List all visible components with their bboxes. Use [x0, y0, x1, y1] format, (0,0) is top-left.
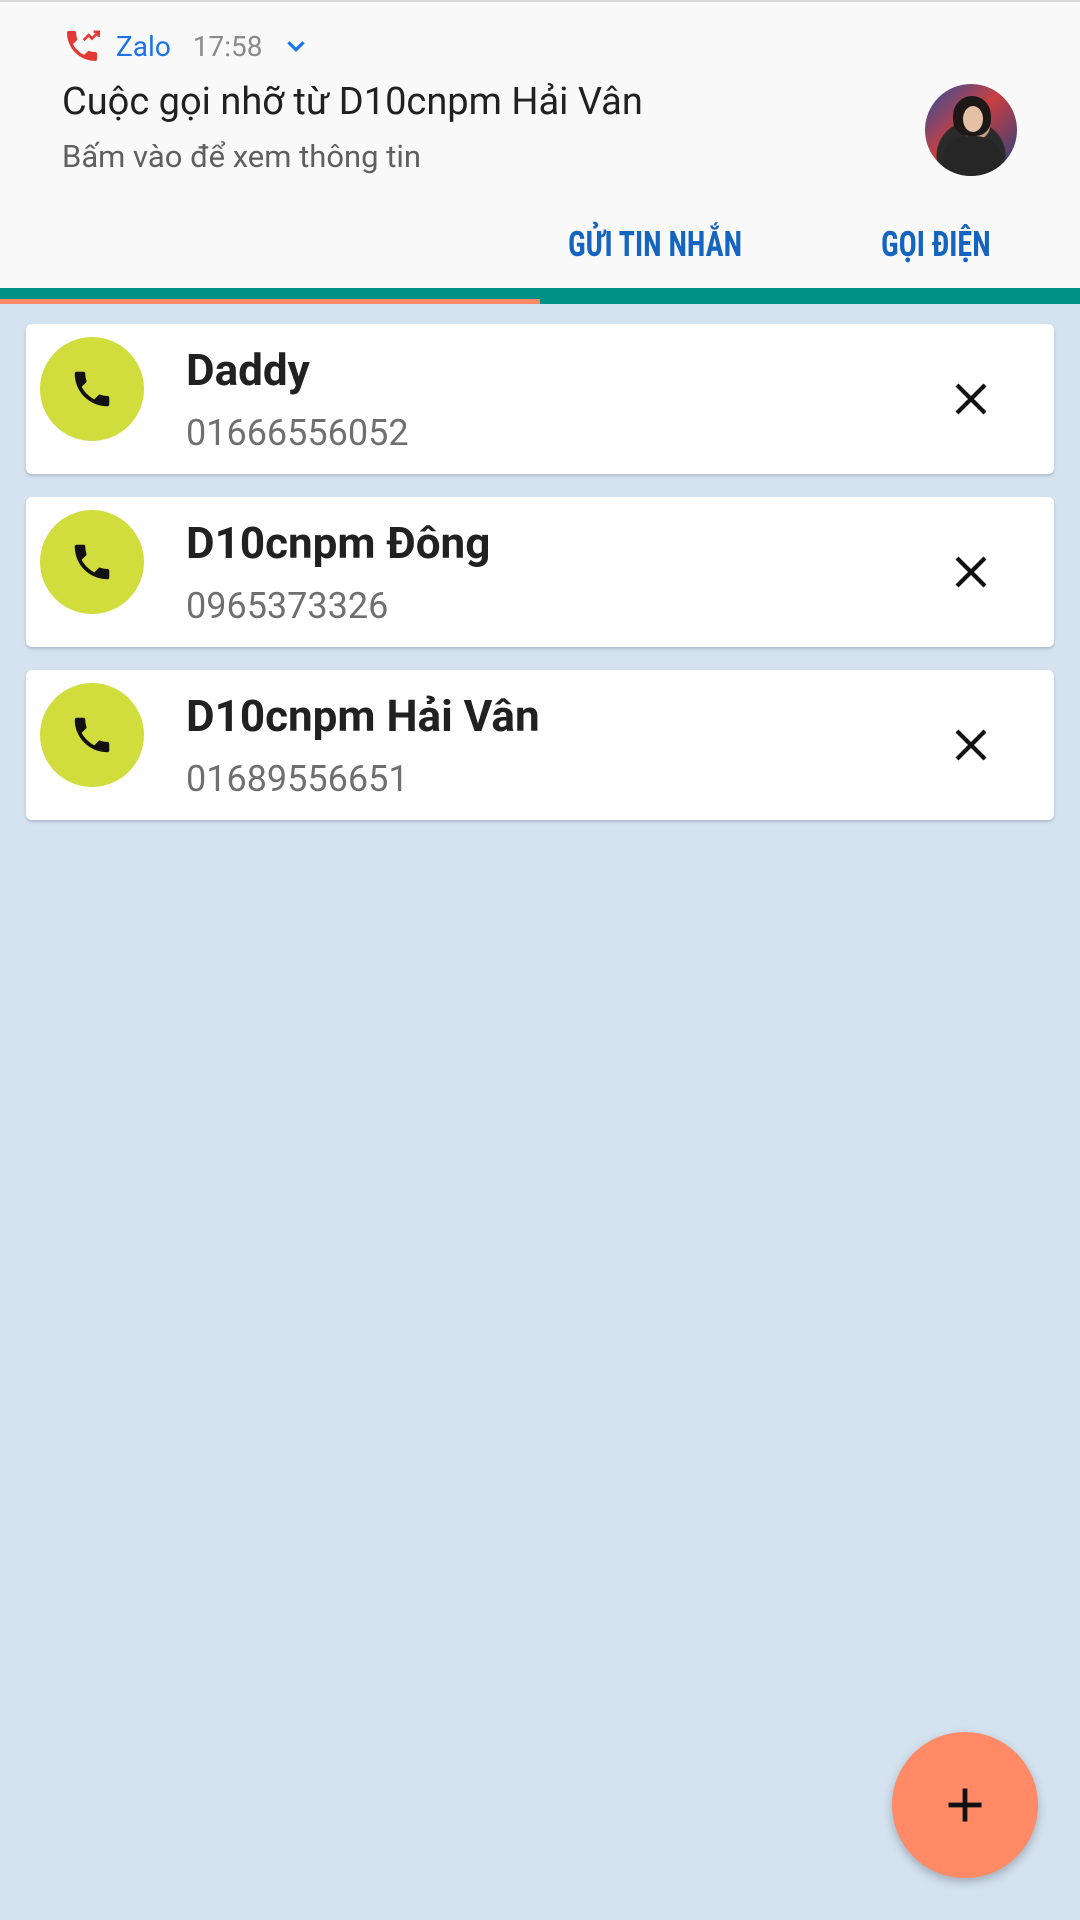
chevron-down-icon[interactable]	[281, 31, 311, 61]
close-icon	[955, 556, 987, 588]
call-back-button[interactable]: GỌI ĐIỆN	[881, 224, 991, 265]
contact-card[interactable]: D10cnpm Hải Vân 01689556651	[26, 670, 1054, 820]
send-message-button[interactable]: GỬI TIN NHẮN	[568, 224, 742, 265]
notification-time: 17:58	[192, 29, 263, 63]
notification-title: Cuộc gọi nhỡ từ D10cnpm Hải Vân	[62, 80, 643, 124]
missed-call-icon	[67, 30, 100, 61]
close-icon	[955, 729, 987, 761]
remove-contact-button[interactable]	[946, 547, 996, 597]
remove-contact-button[interactable]	[946, 720, 996, 770]
contact-card[interactable]: Daddy 01666556052	[26, 324, 1054, 474]
contact-number: 01689556651	[186, 758, 409, 800]
progress-bar-fill	[0, 299, 540, 304]
call-button[interactable]	[40, 683, 144, 787]
call-button[interactable]	[40, 337, 144, 441]
app-name: Zalo	[116, 29, 171, 63]
missed-call-notification[interactable]: Zalo 17:58 Cuộc gọi nhỡ từ D10cnpm Hải V…	[0, 0, 1080, 290]
contact-list: Daddy 01666556052 D10cnpm Đông 096537332…	[26, 324, 1054, 843]
close-icon	[955, 383, 987, 415]
notification-header: Zalo 17:58	[62, 26, 311, 66]
progress-bar	[0, 288, 1080, 304]
call-button[interactable]	[40, 510, 144, 614]
phone-icon	[74, 717, 110, 753]
contact-name: Daddy	[186, 344, 310, 396]
phone-icon	[74, 544, 110, 580]
contact-number: 0965373326	[186, 585, 389, 627]
plus-icon	[948, 1788, 982, 1822]
remove-contact-button[interactable]	[946, 374, 996, 424]
notification-subtitle: Bấm vào để xem thông tin	[62, 138, 422, 175]
contact-name: D10cnpm Hải Vân	[186, 690, 540, 742]
avatar	[925, 84, 1017, 176]
contact-number: 01666556052	[186, 412, 409, 454]
phone-icon	[74, 371, 110, 407]
contact-name: D10cnpm Đông	[186, 517, 491, 569]
add-contact-button[interactable]	[892, 1732, 1038, 1878]
contact-card[interactable]: D10cnpm Đông 0965373326	[26, 497, 1054, 647]
